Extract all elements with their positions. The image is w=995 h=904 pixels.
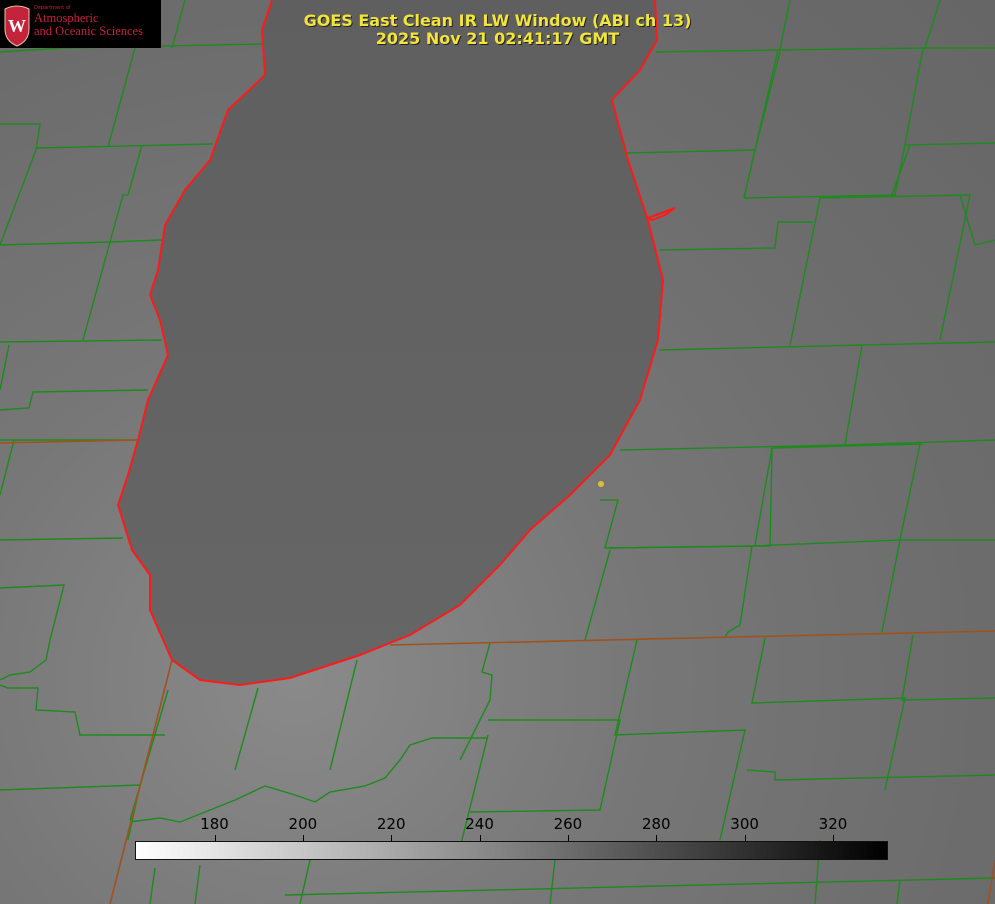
title-timestamp: 2025 Nov 21 02:41:17 GMT bbox=[375, 29, 620, 48]
colorbar-tick-mark bbox=[479, 835, 481, 841]
lake-michigan bbox=[118, 0, 663, 685]
colorbar-tick-mark bbox=[744, 835, 746, 841]
colorbar-tick-mark bbox=[302, 835, 304, 841]
satellite-image: W Department of Atmospheric and Oceanic … bbox=[0, 0, 995, 904]
location-dot bbox=[598, 481, 604, 487]
colorbar-tick-label: 280 bbox=[641, 815, 671, 833]
colorbar-tick-label: 200 bbox=[288, 815, 318, 833]
colorbar-tick-mark bbox=[567, 835, 569, 841]
colorbar-tick-label: 260 bbox=[553, 815, 583, 833]
colorbar bbox=[135, 841, 888, 860]
map-overlay bbox=[0, 0, 995, 904]
image-title: GOES East Clean IR LW Window (ABI ch 13)… bbox=[0, 12, 995, 48]
colorbar-tick-label: 180 bbox=[200, 815, 229, 833]
colorbar-tick-mark bbox=[832, 835, 834, 841]
colorbar-tick-mark bbox=[656, 835, 658, 841]
colorbar-tick-label: 220 bbox=[376, 815, 406, 833]
colorbar-tick-label: 240 bbox=[465, 815, 494, 833]
title-line1: GOES East Clean IR LW Window (ABI ch 13) bbox=[303, 11, 692, 30]
colorbar-tick-mark bbox=[214, 835, 216, 841]
bay-outline bbox=[645, 207, 676, 222]
colorbar-tick-label: 300 bbox=[730, 815, 759, 833]
colorbar-tick-mark bbox=[391, 835, 393, 841]
colorbar-tick-label: 320 bbox=[818, 815, 848, 833]
